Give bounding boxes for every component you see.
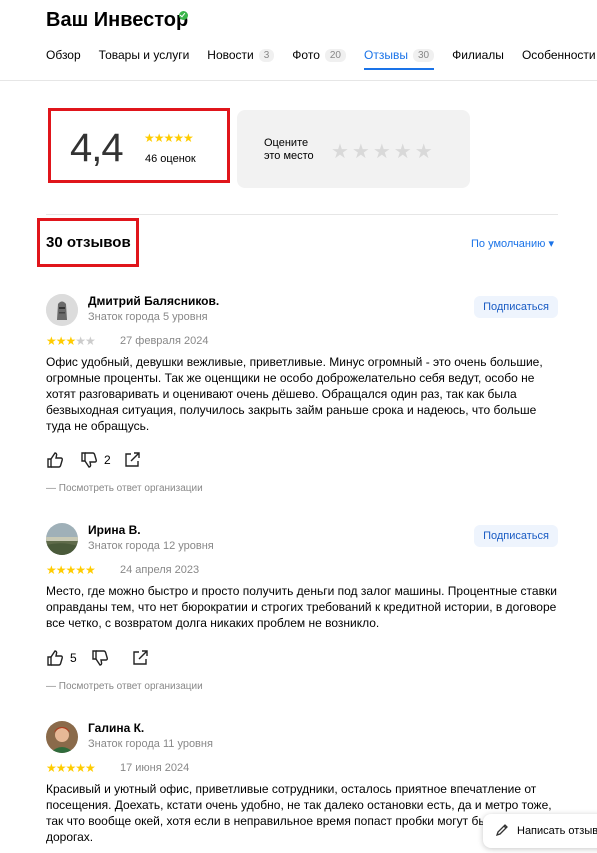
header: Ваш Инвестор Обзор Товары и услуги Новос…	[0, 0, 597, 81]
write-review-button[interactable]: Написать отзыв	[483, 814, 597, 848]
subscribe-button[interactable]: Подписаться	[474, 296, 558, 318]
review-date: 17 июня 2024	[120, 762, 190, 774]
divider	[46, 214, 558, 215]
pencil-icon	[495, 823, 509, 840]
review-stars: ★★★★★	[46, 334, 96, 348]
rating-stars: ★★★★★	[144, 131, 194, 145]
reviewer-name[interactable]: Ирина В.	[88, 523, 141, 537]
reviewer-level: Знаток города 5 уровня	[88, 311, 208, 323]
subscribe-button[interactable]: Подписаться	[474, 525, 558, 547]
view-org-answer-link[interactable]: — Посмотреть ответ организации	[46, 681, 203, 692]
review-text: Офис удобный, девушки вежливые, приветли…	[46, 355, 543, 433]
reviews-count-title: 30 отзывов	[46, 234, 131, 251]
rate-stars-input[interactable]: ★★★★★	[331, 139, 436, 164]
avatar[interactable]	[46, 294, 78, 326]
reviewer-name[interactable]: Галина К.	[88, 721, 144, 735]
tab-count-badge: 30	[412, 48, 435, 62]
review-date: 27 февраля 2024	[120, 335, 209, 347]
tab-bar: Обзор Товары и услуги Новости 3 Фото 20 От…	[46, 46, 597, 70]
review-text: Место, где можно быстро и просто получит…	[46, 584, 557, 630]
tab-count-badge: 3	[258, 48, 275, 62]
reviewer-level: Знаток города 11 уровня	[88, 738, 213, 750]
dislikes-count: 2	[104, 453, 111, 467]
sort-dropdown[interactable]: По умолчанию ▾	[471, 237, 554, 250]
rating-count: 46 оценок	[145, 153, 196, 165]
review-stars: ★★★★★	[46, 563, 96, 577]
view-org-answer-link[interactable]: — Посмотреть ответ организации	[46, 483, 203, 494]
rate-label: Оцените это место	[264, 137, 314, 162]
tab-overview[interactable]: Обзор	[46, 46, 81, 64]
review-stars: ★★★★★	[46, 761, 96, 775]
tab-products[interactable]: Товары и услуги	[99, 46, 190, 64]
review-actions: 5	[46, 649, 149, 667]
reviewer-level: Знаток города 12 уровня	[88, 540, 214, 552]
tab-count-badge: 20	[324, 48, 346, 62]
tab-features[interactable]: Особенности	[522, 46, 596, 64]
thumb-up-icon[interactable]	[46, 451, 64, 469]
tab-branches[interactable]: Филиалы	[452, 46, 504, 64]
thumb-up-icon[interactable]	[46, 649, 64, 667]
avatar[interactable]	[46, 721, 78, 753]
likes-count: 5	[70, 651, 77, 665]
verified-icon	[179, 11, 188, 20]
tab-reviews[interactable]: Отзывы 30	[364, 46, 435, 70]
write-review-label: Написать отзыв	[517, 825, 597, 837]
thumb-down-icon[interactable]	[80, 451, 98, 469]
share-icon[interactable]	[123, 451, 141, 469]
avatar[interactable]	[46, 523, 78, 555]
reviewer-name[interactable]: Дмитрий Балясников.	[88, 294, 219, 308]
rating-value: 4,4	[70, 126, 124, 170]
tab-news[interactable]: Новости 3	[207, 46, 275, 64]
review-actions: 2	[46, 451, 141, 469]
tab-photos[interactable]: Фото 20	[292, 46, 346, 64]
review-text: Красивый и уютный офис, приветливые сотр…	[46, 782, 552, 844]
review-date: 24 апреля 2023	[120, 564, 200, 576]
page-title: Ваш Инвестор	[46, 9, 189, 31]
share-icon[interactable]	[131, 649, 149, 667]
thumb-down-icon[interactable]	[91, 649, 109, 667]
